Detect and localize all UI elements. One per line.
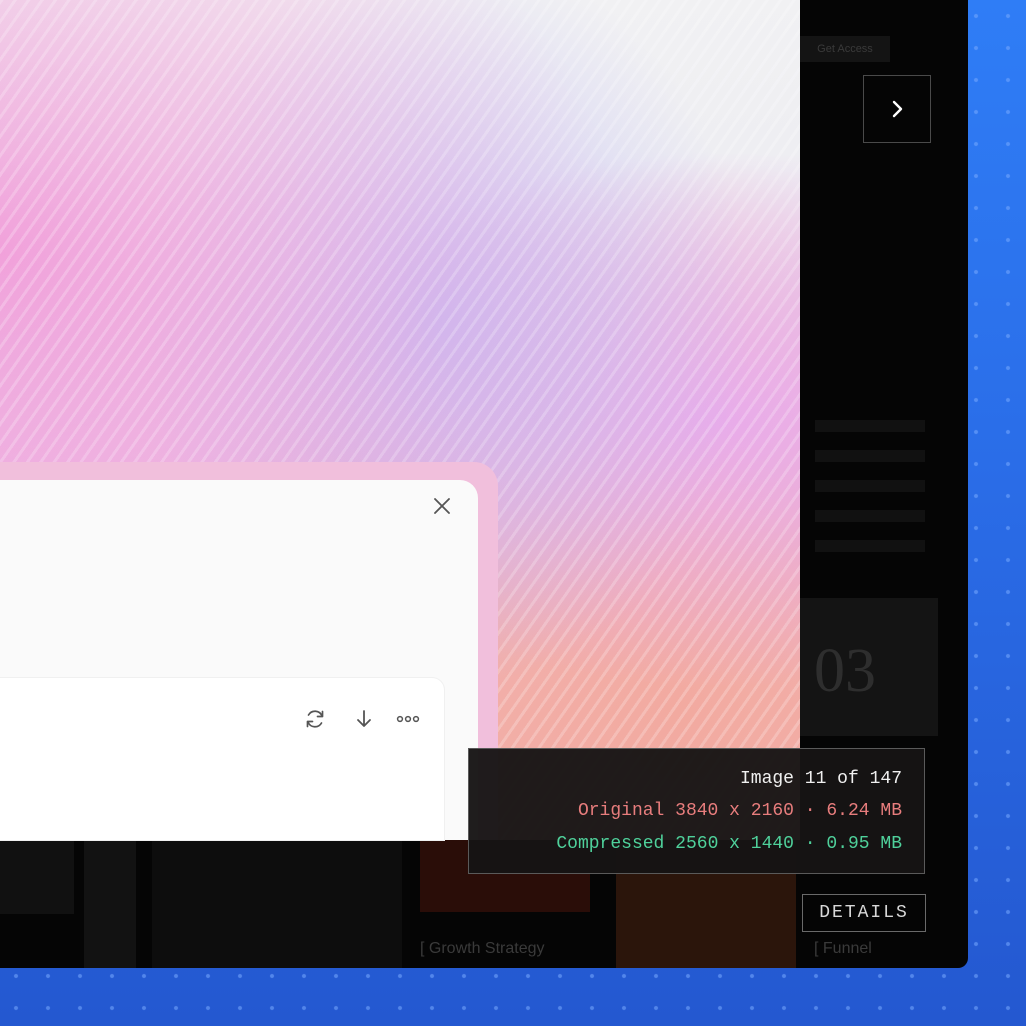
download-button[interactable]: [351, 706, 377, 732]
get-access-button[interactable]: Get Access: [800, 36, 890, 62]
more-horizontal-icon: [396, 715, 420, 723]
next-image-button[interactable]: [863, 75, 931, 143]
gallery-tile[interactable]: [152, 840, 402, 968]
download-icon: [357, 710, 371, 727]
close-dialog-button[interactable]: [430, 494, 454, 518]
gallery-tile[interactable]: [0, 840, 74, 914]
gallery-tile[interactable]: [84, 840, 136, 968]
gallery-tile-label: [ Growth Strategy: [420, 940, 545, 957]
original-size-text: Original 3840 x 2160 · 6.24 MB: [577, 801, 902, 821]
more-options-button[interactable]: [395, 706, 421, 732]
image-position-text: Image 11 of 147: [739, 769, 902, 789]
result-card: [0, 678, 444, 840]
close-icon: [434, 498, 450, 514]
chevron-right-icon: [892, 100, 903, 118]
refresh-icon: [306, 710, 324, 728]
details-button[interactable]: DETAILS: [802, 894, 926, 932]
compressed-size-text: Compressed 2560 x 1440 · 0.95 MB: [556, 834, 902, 854]
gallery-tile-label: [ Funnel: [814, 940, 872, 957]
regenerate-button[interactable]: [302, 706, 328, 732]
gallery-card-number: 03: [814, 637, 876, 705]
image-info-overlay: Image 11 of 147 Original 3840 x 2160 · 6…: [468, 748, 925, 874]
faint-background-text: [815, 420, 925, 570]
app-window: Get Access 03 [ Growth Strategy [ Funnel: [0, 0, 968, 968]
